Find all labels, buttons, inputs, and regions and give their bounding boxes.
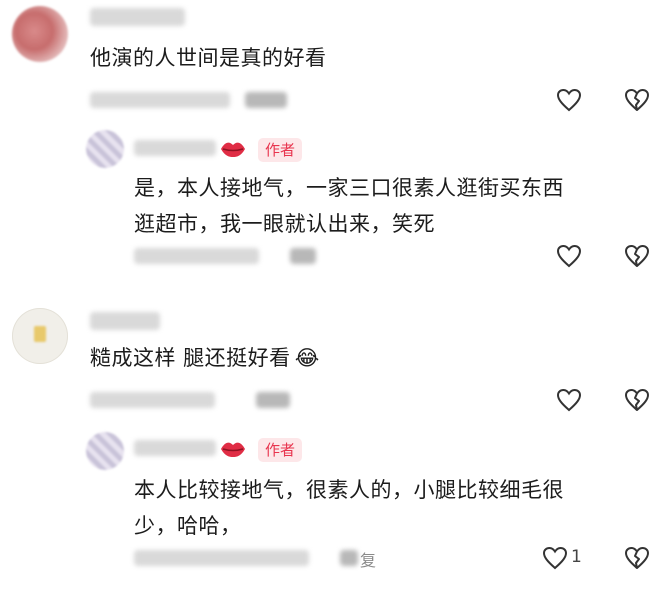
username-blurred[interactable] xyxy=(90,8,185,26)
avatar[interactable] xyxy=(86,432,124,470)
comment-4-author-reply: 作者 本人比较接地气，很素人的，小腿比较细毛很 少，哈哈， 复 1 xyxy=(0,420,660,589)
username-blurred[interactable] xyxy=(134,440,216,456)
broken-heart-icon[interactable] xyxy=(624,88,650,112)
heart-icon[interactable] xyxy=(542,546,568,570)
broken-heart-icon[interactable] xyxy=(624,546,650,570)
comment-text: 他演的人世间是真的好看 xyxy=(90,46,327,70)
comment-text-line-2: 少，哈哈， xyxy=(134,514,242,538)
username-blurred[interactable] xyxy=(134,140,216,156)
reply-button-blurred[interactable] xyxy=(256,392,290,408)
heart-icon[interactable] xyxy=(556,244,582,268)
comment-meta-blurred xyxy=(90,392,215,408)
lips-icon xyxy=(220,440,246,458)
laughing-tears-emoji: 😂 xyxy=(294,346,320,370)
broken-heart-icon[interactable] xyxy=(624,388,650,412)
comment-text: 糙成这样 腿还挺好看 😂 xyxy=(90,340,320,376)
reply-button-blurred[interactable] xyxy=(290,248,316,264)
reply-label[interactable]: 复 xyxy=(360,547,376,571)
heart-icon[interactable] xyxy=(556,88,582,112)
comment-text-line-1: 是，本人接地气，一家三口很素人逛街买东西 xyxy=(134,176,564,200)
comment-3: 糙成这样 腿还挺好看 😂 xyxy=(0,300,660,420)
avatar[interactable] xyxy=(86,130,124,168)
avatar[interactable] xyxy=(12,308,68,364)
like-count: 1 xyxy=(571,547,582,567)
comment-meta-blurred xyxy=(90,92,230,108)
comment-text-line-1: 本人比较接地气，很素人的，小腿比较细毛很 xyxy=(134,478,564,502)
username-blurred[interactable] xyxy=(90,312,160,330)
author-badge: 作者 xyxy=(258,138,303,162)
broken-heart-icon[interactable] xyxy=(624,244,650,268)
comment-text-line-2: 逛超市，我一眼就认出来，笑死 xyxy=(134,212,435,236)
avatar[interactable] xyxy=(12,6,68,62)
lips-icon xyxy=(220,140,246,158)
comment-text-content: 糙成这样 腿还挺好看 xyxy=(90,346,291,370)
comment-2-author-reply: 作者 是，本人接地气，一家三口很素人逛街买东西 逛超市，我一眼就认出来，笑死 xyxy=(0,120,660,280)
comment-meta-blurred xyxy=(134,248,259,264)
heart-icon[interactable] xyxy=(556,388,582,412)
reply-prefix-blurred[interactable] xyxy=(340,550,358,566)
reply-button-blurred[interactable] xyxy=(245,92,287,108)
comment-1: 他演的人世间是真的好看 xyxy=(0,0,660,120)
comment-meta-blurred xyxy=(134,550,309,566)
author-badge: 作者 xyxy=(258,438,303,462)
